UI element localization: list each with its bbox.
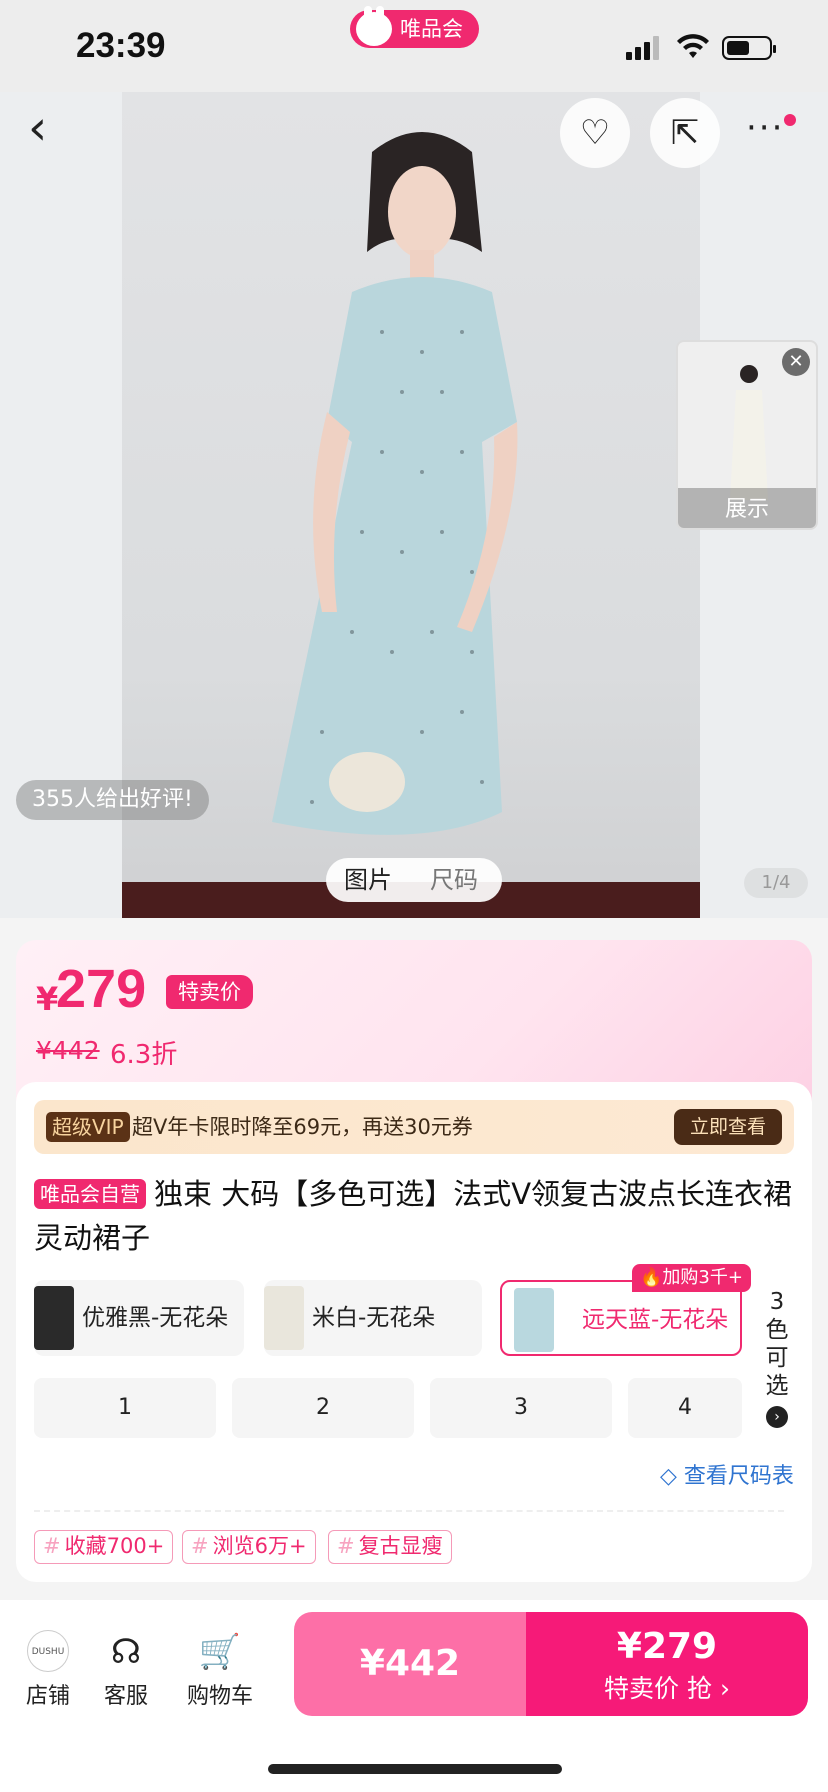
favorite-button[interactable]: ♡ — [560, 98, 630, 168]
headset-icon: ☊ — [110, 1632, 142, 1672]
notification-dot — [784, 114, 796, 126]
color-swatch — [514, 1288, 554, 1352]
discount-label: 6.3折 — [110, 1040, 178, 1070]
app-pill-label: 唯品会 — [400, 17, 463, 41]
divider — [34, 1510, 784, 1512]
color-option[interactable]: 米白-无花朵 — [264, 1280, 482, 1356]
tag-chip[interactable]: # 浏览6万+ — [182, 1530, 316, 1564]
signal-bars-icon — [626, 36, 660, 60]
status-time: 23:39 — [76, 26, 166, 65]
sale-price-tag: 特卖价 — [166, 975, 253, 1009]
nav-service-label: 客服 — [103, 1684, 148, 1709]
more-dots-icon: ··· — [746, 108, 785, 148]
product-title-text: 独束 大码【多色可选】法式V领复古波点长连衣裙灵动裙子 — [34, 1177, 793, 1255]
current-price: 279 — [56, 959, 147, 1019]
wifi-icon — [676, 32, 710, 67]
more-colors-button[interactable]: 3色可选 › — [764, 1288, 790, 1428]
heart-plus-icon: ♡ — [579, 113, 611, 153]
color-option-label: 远天蓝-无花朵 — [582, 1307, 729, 1333]
buy-sale-price-button[interactable]: ¥279 特卖价 抢 › — [526, 1612, 808, 1716]
hash-icon: # — [191, 1534, 209, 1558]
share-icon: ⇱ — [670, 113, 700, 153]
share-button[interactable]: ⇱ — [650, 98, 720, 168]
tab-images[interactable]: 图片 — [344, 858, 392, 902]
self-operated-tag: 唯品会自营 — [34, 1179, 146, 1209]
original-price: ¥442 — [36, 1036, 100, 1065]
app-pill[interactable]: 唯品会 — [350, 6, 479, 48]
more-colors-label: 3色可选 — [765, 1289, 789, 1399]
nav-shop-label: 店铺 — [25, 1684, 70, 1709]
rabbit-logo-icon — [356, 6, 392, 46]
mini-thumb-label: 展示 — [678, 488, 816, 528]
close-icon[interactable]: ✕ — [782, 348, 810, 376]
back-button[interactable]: ‹ — [28, 100, 84, 156]
chevron-left-icon: ‹ — [28, 100, 48, 156]
nav-service[interactable]: ☊ 客服 — [86, 1630, 166, 1710]
vip-badge: 超级VIP — [46, 1112, 130, 1142]
nav-cart[interactable]: 🛒 购物车 — [180, 1630, 260, 1710]
hot-badge: 🔥加购3千+ — [632, 1264, 751, 1292]
status-bar: 23:39 唯品会 — [0, 0, 828, 92]
nav-shop[interactable]: DUSHU 店铺 — [8, 1630, 88, 1710]
color-option[interactable]: 优雅黑-无花朵 — [34, 1280, 244, 1356]
image-size-switch: 图片 尺码 — [326, 858, 502, 902]
size-chart-link[interactable]: ◇ 查看尺码表 — [660, 1458, 794, 1490]
battery-icon — [722, 36, 776, 60]
color-swatch — [264, 1286, 304, 1350]
home-indicator — [268, 1764, 562, 1774]
page-indicator: 1/4 — [744, 868, 808, 898]
flame-icon: 🔥 — [640, 1267, 663, 1288]
vip-banner[interactable]: 超级VIP 超V年卡限时降至69元，再送30元券 立即查看 — [34, 1100, 794, 1154]
product-title: 唯品会自营 独束 大码【多色可选】法式V领复古波点长连衣裙灵动裙子 — [34, 1172, 794, 1260]
ruler-icon: ◇ — [660, 1464, 677, 1489]
shop-logo: DUSHU — [27, 1630, 69, 1672]
currency-symbol: ¥ — [36, 980, 59, 1018]
vip-view-button[interactable]: 立即查看 — [674, 1109, 782, 1145]
color-option-label: 米白-无花朵 — [312, 1305, 436, 1331]
hash-icon: # — [337, 1534, 355, 1558]
product-photo — [122, 92, 700, 918]
chevron-right-icon: › — [766, 1406, 788, 1428]
sale-buy-price: ¥279 — [616, 1626, 718, 1667]
size-option[interactable]: 1 — [34, 1378, 216, 1438]
product-page: 23:39 唯品会 ‹ ♡ ⇱ ··· 展示 ✕ 355人给出好评! 图片 尺码… — [0, 0, 828, 1792]
vip-banner-text: 超V年卡限时降至69元，再送30元券 — [132, 1115, 473, 1139]
cart-icon: 🛒 — [198, 1632, 242, 1672]
tag-chip[interactable]: # 收藏700+ — [34, 1530, 174, 1564]
hash-icon: # — [43, 1534, 61, 1558]
size-option[interactable]: 4 — [628, 1378, 742, 1438]
color-swatch — [34, 1286, 74, 1350]
color-option-label: 优雅黑-无花朵 — [82, 1305, 229, 1331]
more-button[interactable]: ··· — [746, 100, 802, 156]
tab-size[interactable]: 尺码 — [430, 858, 478, 902]
tag-chip[interactable]: # 复古显瘦 — [328, 1530, 452, 1564]
model-illustration — [272, 132, 518, 835]
nav-cart-label: 购物车 — [186, 1684, 253, 1709]
sale-buy-label: 特卖价 抢 › — [604, 1674, 730, 1703]
review-badge: 355人给出好评! — [16, 780, 209, 820]
size-option[interactable]: 3 — [430, 1378, 612, 1438]
size-option[interactable]: 2 — [232, 1378, 414, 1438]
buy-original-price-button[interactable]: ¥442 — [294, 1612, 526, 1716]
